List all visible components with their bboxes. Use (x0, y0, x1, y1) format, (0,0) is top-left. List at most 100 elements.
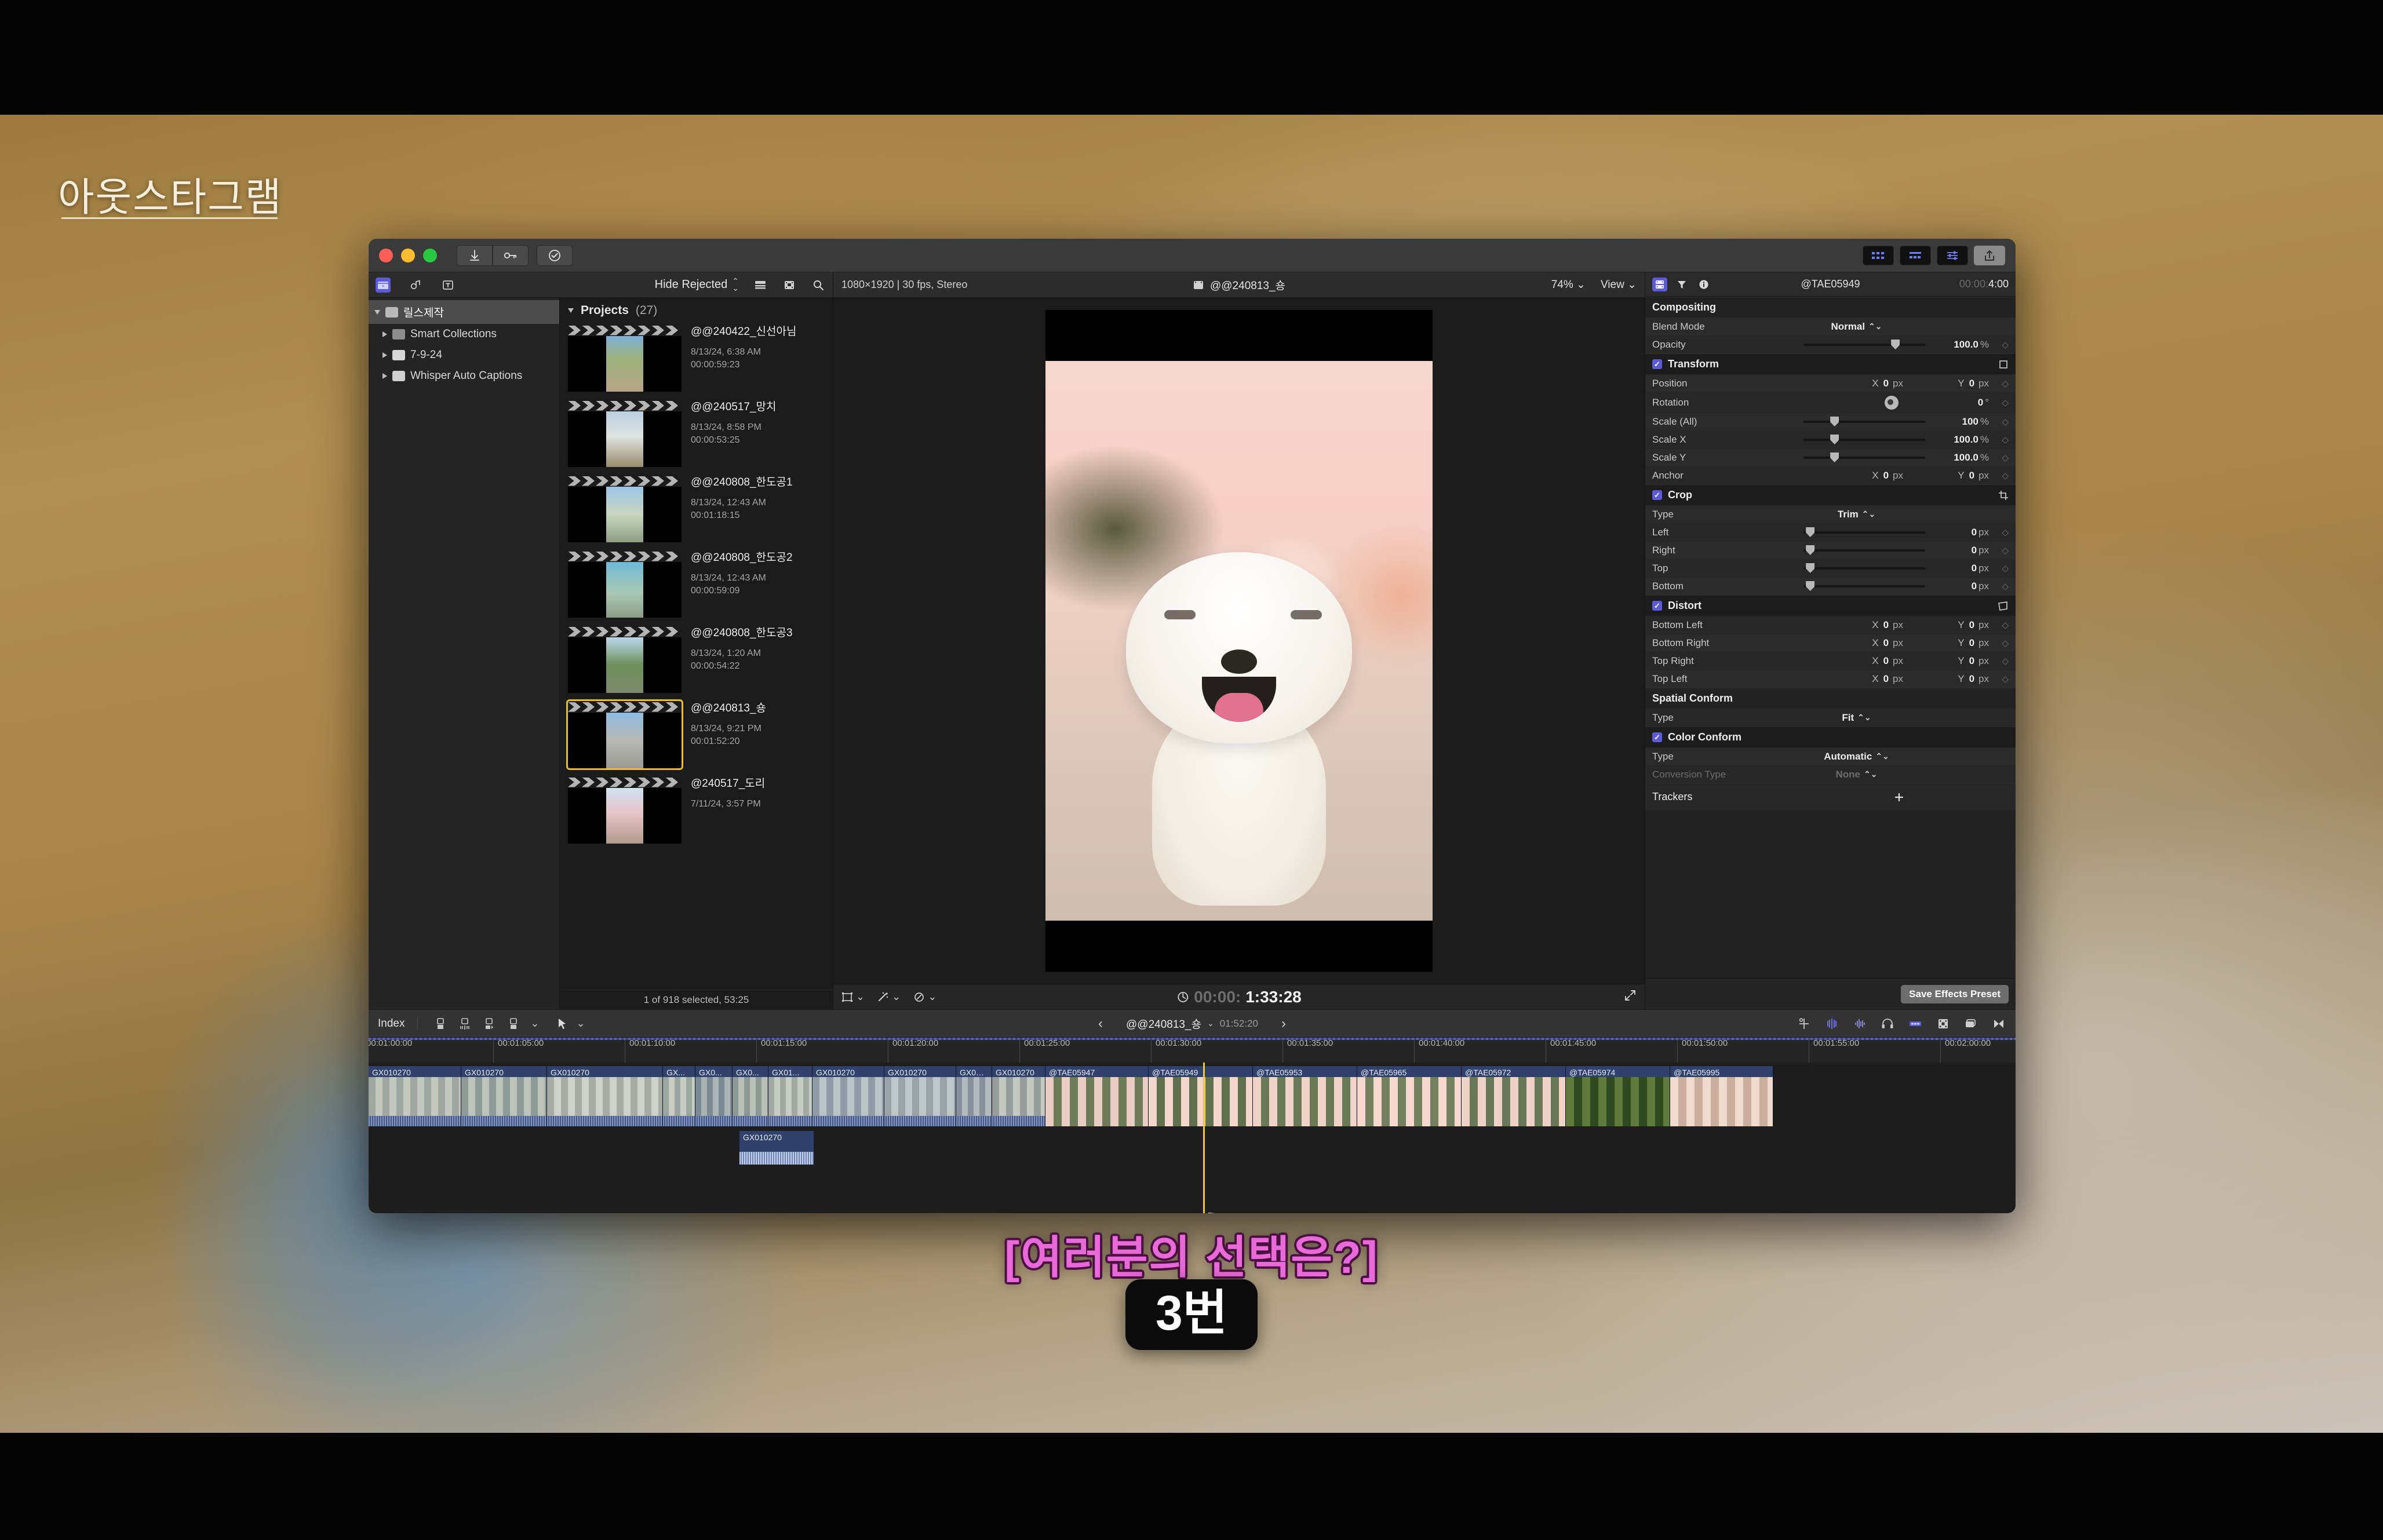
param-slider[interactable] (1803, 527, 1925, 537)
section-enable-checkbox[interactable]: ✓ (1652, 490, 1662, 500)
photos-audio-browser-icon[interactable] (408, 278, 423, 293)
param-x[interactable]: X 0 px (1822, 378, 1903, 389)
project-list-item[interactable]: @@240517_망치 8/13/24, 8:58 PM 00:00:53:25 (566, 397, 827, 473)
keyframe-button[interactable]: ◇ (1989, 435, 2009, 445)
param-value[interactable]: 100% (1936, 416, 1990, 428)
insert-icon[interactable] (457, 1016, 472, 1031)
rotation-dial[interactable] (1885, 396, 1899, 410)
disclosure-triangle-icon[interactable] (382, 373, 387, 379)
param-row-bottom[interactable]: Bottom 0 px ◇ (1645, 577, 2016, 595)
param-y[interactable]: Y 0 px (1908, 619, 1989, 631)
param-row-blend-mode[interactable]: Blend Mode Normal ⌃⌄ (1645, 318, 2016, 335)
connect-icon[interactable] (482, 1016, 497, 1031)
param-popup[interactable]: Trim ⌃⌄ (1838, 509, 1875, 520)
timed-effects-button[interactable]: ⌄ (913, 991, 937, 1003)
project-thumbnail[interactable] (566, 699, 683, 770)
chevron-left-icon[interactable]: ‹ (1098, 1016, 1103, 1032)
timeline-project-name[interactable]: @@240813_숑 (1126, 1016, 1201, 1031)
chevron-down-icon[interactable]: ⌄ (577, 1018, 585, 1029)
section-enable-checkbox[interactable]: ✓ (1652, 359, 1662, 369)
append-icon[interactable] (433, 1016, 448, 1031)
param-row-opacity[interactable]: Opacity 100.0% ◇ (1645, 335, 2016, 353)
project-list-item[interactable]: @240517_도리 7/11/24, 3:57 PM (566, 774, 827, 849)
filter-popup[interactable]: Hide Rejected ⌃ ⌄ (655, 277, 739, 291)
background-tasks-button[interactable] (537, 244, 573, 266)
section-enable-checkbox[interactable]: ✓ (1652, 601, 1662, 611)
param-row-scale-y[interactable]: Scale Y 100.0% ◇ (1645, 448, 2016, 466)
project-list-item[interactable]: @@240808_한도공3 8/13/24, 1:20 AM 00:00:54:22 (566, 623, 827, 699)
param-slider[interactable] (1803, 452, 1925, 462)
timeline-clip[interactable]: GX0... (695, 1066, 733, 1126)
save-effects-preset-button[interactable]: Save Effects Preset (1901, 984, 2009, 1003)
keyframe-button[interactable]: ◇ (1989, 638, 2009, 648)
transform-onscreen-icon[interactable] (1998, 359, 2009, 370)
param-row-type[interactable]: Type Fit ⌃⌄ (1645, 709, 2016, 727)
timeline-tracks[interactable]: GX010270 GX010270 GX010270 GX... GX0... GX0..… (369, 1063, 2016, 1213)
param-row-type[interactable]: Type Automatic ⌃⌄ (1645, 747, 2016, 765)
param-row-right[interactable]: Right 0 px ◇ (1645, 541, 2016, 559)
keyframe-button[interactable]: ◇ (1989, 397, 2009, 408)
overwrite-icon[interactable] (506, 1016, 521, 1031)
keyframe-button[interactable]: ◇ (1989, 452, 2009, 463)
param-y[interactable]: Y 0 px (1908, 673, 1989, 685)
import-media-button[interactable] (457, 244, 493, 266)
timeline-clip[interactable]: @TAE05953 (1253, 1066, 1357, 1126)
timeline-clip[interactable]: GX010270 (884, 1066, 956, 1126)
slider-knob[interactable] (1830, 435, 1839, 444)
slider-knob[interactable] (1806, 563, 1815, 573)
slider-knob[interactable] (1830, 452, 1839, 462)
project-list-item[interactable]: @@240808_한도공2 8/13/24, 12:43 AM 00:00:59:0… (566, 548, 827, 623)
inspector-toggle-button[interactable] (1937, 245, 1968, 265)
param-y[interactable]: Y 0 px (1908, 655, 1989, 667)
param-slider[interactable] (1803, 417, 1925, 426)
sidebar-item-smart-collections[interactable]: Smart Collections (369, 324, 559, 345)
project-list-item[interactable]: @@240422_신선아님 8/13/24, 6:38 AM 00:00:59:23 (566, 322, 827, 397)
timeline-clip[interactable]: @TAE05965 (1357, 1066, 1462, 1126)
inspector-section-crop[interactable]: ✓ Crop (1645, 484, 2016, 505)
param-row-rotation[interactable]: Rotation 0 ° ◇ (1645, 392, 2016, 413)
sidebar-item-whisper-auto-captions[interactable]: Whisper Auto Captions (369, 366, 559, 386)
sidebar-item-event-7-9-24[interactable]: 7-9-24 (369, 345, 559, 366)
keyframe-button[interactable]: ◇ (1989, 527, 2009, 538)
timeline-index-button[interactable]: Index (378, 1017, 418, 1030)
audio-waveform-icon[interactable] (1852, 1016, 1867, 1031)
enhancements-button[interactable]: ⌄ (877, 991, 901, 1003)
timeline-clip[interactable]: GX010270 (812, 1066, 884, 1126)
param-popup[interactable]: Fit ⌃⌄ (1842, 712, 1871, 724)
chevron-right-icon[interactable]: › (1281, 1016, 1286, 1032)
sidebar-item-library[interactable]: 릴스제작 (369, 300, 559, 324)
param-y[interactable]: Y 0 px (1908, 470, 1989, 481)
list-view-icon[interactable] (753, 278, 768, 293)
param-row-top-right[interactable]: Top Right X 0 px Y 0 px ◇ (1645, 652, 2016, 670)
video-inspector-tab[interactable] (1652, 277, 1667, 291)
transform-tool-button[interactable]: ⌄ (841, 991, 865, 1003)
inspector-section-color-conform[interactable]: ✓ Color Conform (1645, 727, 2016, 747)
headphone-icon[interactable] (1880, 1016, 1895, 1031)
keyframe-button[interactable]: ◇ (1989, 545, 2009, 556)
viewer-fullscreen-button[interactable] (1624, 989, 1637, 1005)
project-thumbnail[interactable] (568, 626, 682, 693)
disclosure-triangle-icon[interactable] (568, 308, 574, 313)
timeline-clip[interactable]: GX010270 (461, 1066, 547, 1126)
project-thumbnail[interactable] (568, 324, 682, 392)
keyframe-button[interactable]: ◇ (1989, 563, 2009, 574)
param-value[interactable]: 0 ° (1936, 397, 1989, 408)
param-value[interactable]: 100.0% (1936, 434, 1989, 446)
param-row-type[interactable]: Type Trim ⌃⌄ (1645, 505, 2016, 523)
param-value[interactable]: 100.0% (1936, 452, 1989, 464)
param-slider[interactable] (1803, 545, 1925, 555)
viewer-toggle-button[interactable] (1900, 245, 1931, 265)
param-slider[interactable] (1803, 435, 1925, 444)
timeline-ruler[interactable]: 00:01:00:00 00:01:05:00 00:01:10:00 00:01:1… (369, 1037, 2016, 1063)
library-browser-icon[interactable] (376, 277, 391, 293)
timeline-clip[interactable]: GX010270 (992, 1066, 1045, 1126)
projects-list[interactable]: @@240422_신선아님 8/13/24, 6:38 AM 00:00:59:23… (560, 322, 833, 1009)
projects-section-header[interactable]: Projects (27) (560, 298, 833, 322)
primary-storyline[interactable]: GX010270 GX010270 GX010270 GX... GX0... GX0..… (369, 1066, 1773, 1126)
param-x[interactable]: X 0 px (1822, 673, 1903, 685)
timeline-clip[interactable]: GX010270 (369, 1066, 461, 1126)
section-enable-checkbox[interactable]: ✓ (1652, 732, 1662, 742)
angles-icon[interactable] (1963, 1016, 1978, 1031)
keyframe-button[interactable]: ◇ (1989, 581, 2009, 592)
param-x[interactable]: X 0 px (1822, 637, 1903, 649)
